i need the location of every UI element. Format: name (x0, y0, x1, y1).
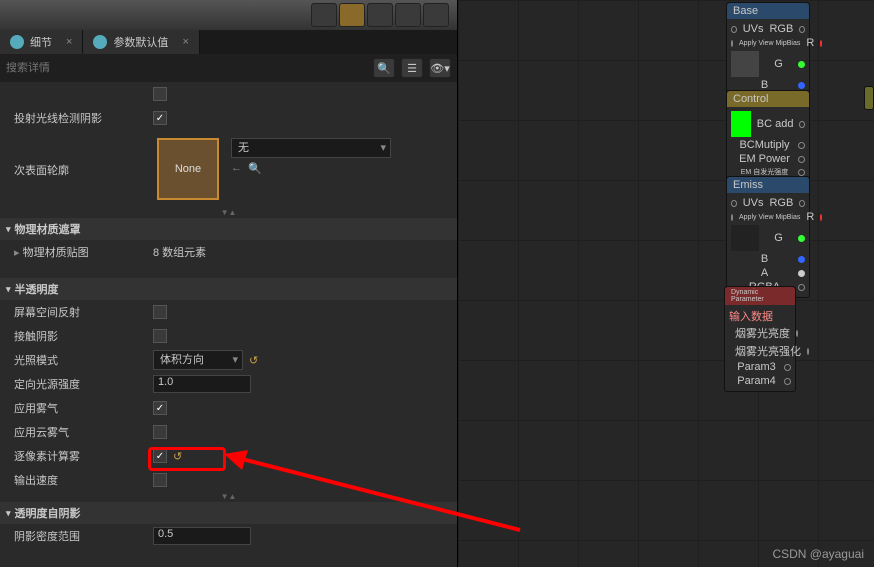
per-pixel-fog-checkbox[interactable] (153, 449, 167, 463)
watermark: CSDN @ayaguai (772, 547, 864, 561)
search-bar: 🔍 ☰ 👁▾ (0, 54, 457, 82)
search-asset-icon[interactable]: 🔍 (248, 162, 262, 175)
node-title: Dynamic Parameter (725, 287, 795, 305)
apply-cloud-fog-checkbox[interactable] (153, 425, 167, 439)
light-mode-label: 光照模式 (8, 352, 153, 368)
contact-shadow-checkbox[interactable] (153, 329, 167, 343)
node-title: Emiss (727, 177, 809, 193)
info-icon (10, 35, 24, 49)
mode-btn-3[interactable] (367, 3, 393, 27)
reset-icon[interactable]: ↺ (249, 354, 258, 367)
apply-fog-checkbox[interactable] (153, 401, 167, 415)
phys-map-value: 8 数组元素 (153, 244, 206, 260)
subsurface-thumbnail[interactable]: None (157, 138, 219, 200)
node-control[interactable]: Control BC add BCMutiply EM Power EM 自发光… (726, 90, 810, 182)
toolbar (0, 0, 457, 30)
contact-shadow-label: 接触阴影 (8, 328, 153, 344)
tab-param-defaults[interactable]: 参数默认值× (83, 30, 199, 54)
section-phys-mask[interactable]: 物理材质遮罩 (0, 218, 457, 240)
dir-intensity-input[interactable]: 1.0 (153, 375, 251, 393)
output-vel-label: 输出速度 (8, 472, 153, 488)
tab-details[interactable]: 细节× (0, 30, 83, 54)
splitter[interactable]: ▼▲ (0, 492, 457, 502)
close-icon[interactable]: × (182, 36, 188, 48)
view-options-button[interactable]: ☰ (401, 58, 423, 78)
cast-shadow-label: 投射光线检测阴影 (8, 110, 153, 126)
checkbox[interactable] (153, 87, 167, 101)
shadow-density-input[interactable]: 0.5 (153, 527, 251, 545)
section-self-shadow[interactable]: 透明度自阴影 (0, 502, 457, 524)
mode-btn-5[interactable] (423, 3, 449, 27)
ssr-checkbox[interactable] (153, 305, 167, 319)
shadow-density-label: 阴影密度范围 (8, 528, 153, 544)
info-icon (93, 35, 107, 49)
mode-btn-4[interactable] (395, 3, 421, 27)
graph-canvas[interactable]: Base UVsRGB Apply View MipBiasR G B A RG… (458, 0, 874, 567)
node-title: Control (727, 91, 809, 107)
splitter[interactable]: ▼▲ (0, 208, 457, 218)
output-vel-checkbox[interactable] (153, 473, 167, 487)
ssr-label: 屏幕空间反射 (8, 304, 153, 320)
subsurface-dropdown[interactable]: 无 (231, 138, 391, 158)
tab-bar: 细节× 参数默认值× (0, 30, 457, 54)
details-panel: 投射光线检测阴影 次表面轮廓 None 无 ← 🔍 ▼▲ 物理材质遮罩 ▸ 物理… (0, 82, 457, 567)
node-title: Base (727, 3, 809, 19)
node-mul[interactable] (864, 86, 874, 110)
visibility-button[interactable]: 👁▾ (429, 58, 451, 78)
dir-intensity-label: 定向光源强度 (8, 376, 153, 392)
search-input[interactable] (6, 62, 367, 74)
cast-shadow-checkbox[interactable] (153, 111, 167, 125)
reset-icon[interactable]: ↺ (173, 450, 182, 463)
apply-fog-label: 应用雾气 (8, 400, 153, 416)
close-icon[interactable]: × (66, 36, 72, 48)
back-icon[interactable]: ← (231, 162, 242, 175)
node-dynamic-param[interactable]: Dynamic Parameter 输入数据 烟雾光亮度 烟雾光亮强化 Para… (724, 286, 796, 392)
mode-btn-1[interactable] (311, 3, 337, 27)
subsurface-label: 次表面轮廓 (8, 138, 153, 178)
section-translucency[interactable]: 半透明度 (0, 278, 457, 300)
search-icon[interactable]: 🔍 (373, 58, 395, 78)
per-pixel-fog-label: 逐像素计算雾 (8, 448, 153, 464)
apply-cloud-fog-label: 应用云雾气 (8, 424, 153, 440)
node-emiss[interactable]: Emiss UVsRGB Apply View MipBiasR G B A R… (726, 176, 810, 298)
mode-btn-2[interactable] (339, 3, 365, 27)
light-mode-dropdown[interactable]: 体积方向 (153, 350, 243, 370)
phys-map-label: ▸ 物理材质贴图 (8, 244, 153, 260)
